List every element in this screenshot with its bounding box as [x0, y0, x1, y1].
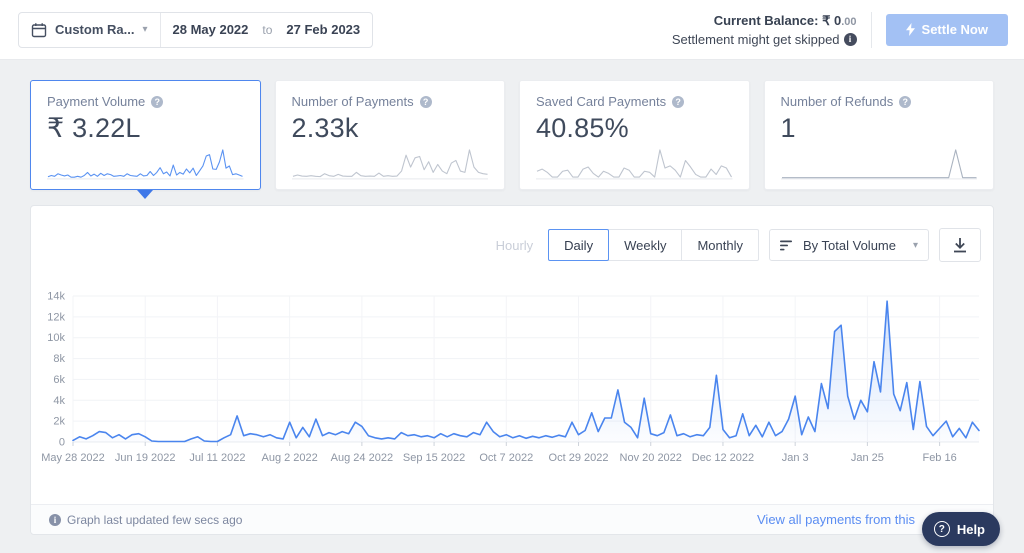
- svg-text:2k: 2k: [53, 416, 65, 428]
- info-icon[interactable]: i: [843, 32, 857, 46]
- last-updated-text: Graph last updated few secs ago: [67, 512, 243, 527]
- svg-text:Jan 3: Jan 3: [782, 452, 809, 464]
- card-value: 2.33k: [291, 113, 359, 143]
- svg-text:8k: 8k: [53, 353, 65, 365]
- settle-now-button[interactable]: Settle Now: [885, 13, 1008, 46]
- chart-controls: Hourly Daily Weekly Monthly By Total Vol…: [479, 228, 981, 262]
- svg-text:Oct 7 2022: Oct 7 2022: [479, 452, 533, 464]
- date-range-values[interactable]: 28 May 2022 to 27 Feb 2023: [159, 12, 373, 47]
- svg-text:Sep 15 2022: Sep 15 2022: [403, 452, 465, 464]
- svg-text:4k: 4k: [53, 395, 65, 407]
- card-saved-card-payments[interactable]: Saved Card Payments ? 40.85%: [519, 80, 750, 190]
- svg-text:Feb 16: Feb 16: [922, 452, 956, 464]
- card-value: 40.85%: [536, 113, 629, 143]
- tab-weekly[interactable]: Weekly: [608, 229, 683, 261]
- refunds-sparkline: [780, 148, 977, 180]
- view-all-payments-link[interactable]: View all payments from this: [757, 512, 915, 527]
- svg-text:Jan 25: Jan 25: [851, 452, 884, 464]
- date-to: 27 Feb 2023: [286, 22, 361, 37]
- calendar-icon: [31, 22, 47, 38]
- saved-card-sparkline: [536, 148, 733, 180]
- card-payment-volume[interactable]: Payment Volume ? ₹ 3.22L: [30, 80, 261, 199]
- help-label: Help: [956, 521, 985, 537]
- card-label: Payment Volume: [47, 94, 146, 109]
- card-label: Saved Card Payments: [536, 94, 667, 109]
- svg-text:14k: 14k: [47, 291, 65, 303]
- payment-volume-sparkline: [47, 148, 244, 180]
- granularity-tabs: Hourly Daily Weekly Monthly: [479, 229, 759, 261]
- svg-text:Aug 2 2022: Aug 2 2022: [262, 452, 318, 464]
- info-icon: i: [49, 513, 61, 526]
- tab-daily[interactable]: Daily: [548, 229, 610, 261]
- settle-now-label: Settle Now: [921, 22, 988, 37]
- current-balance: Current Balance: ₹ 0.00: [672, 12, 857, 31]
- payments-line-chart: 0 2k 4k 6k 8k 10k 12k 14k May 28 2022 Jun 19 2022…: [41, 291, 980, 464]
- svg-text:Jul 11 2022: Jul 11 2022: [189, 452, 245, 464]
- card-value: 1: [780, 113, 796, 143]
- tab-hourly[interactable]: Hourly: [479, 229, 550, 261]
- balance-area: Current Balance: ₹ 0.00 Settlement might…: [672, 11, 1008, 48]
- question-icon: ?: [933, 521, 950, 537]
- settlement-note: Settlement might get skipped i: [672, 31, 857, 48]
- date-range-picker[interactable]: Custom Ra... ▾ 28 May 2022 to 27 Feb 202…: [18, 11, 374, 48]
- svg-text:12k: 12k: [47, 311, 65, 323]
- question-icon[interactable]: ?: [151, 95, 164, 108]
- svg-text:Aug 24 2022: Aug 24 2022: [331, 452, 393, 464]
- sort-by-label: By Total Volume: [803, 237, 896, 253]
- question-icon[interactable]: ?: [672, 95, 685, 108]
- card-label: Number of Refunds: [780, 94, 894, 109]
- chevron-down-icon: ▾: [142, 24, 148, 35]
- main-chart-area: 0 2k 4k 6k 8k 10k 12k 14k May 28 2022 Jun 19 2022…: [37, 286, 989, 476]
- card-value: ₹ 3.22L: [47, 113, 141, 143]
- balance-label: Current Balance:: [713, 12, 819, 28]
- settlement-note-text: Settlement might get skipped: [671, 31, 840, 47]
- range-type-select[interactable]: Custom Ra... ▾: [19, 13, 159, 47]
- card-label: Number of Payments: [291, 94, 414, 109]
- svg-text:Nov 20 2022: Nov 20 2022: [620, 452, 682, 464]
- chart-panel: Hourly Daily Weekly Monthly By Total Vol…: [30, 205, 994, 535]
- svg-text:Dec 12 2022: Dec 12 2022: [692, 452, 754, 464]
- range-type-label: Custom Ra...: [55, 22, 135, 37]
- card-number-of-payments[interactable]: Number of Payments ? 2.33k: [274, 80, 505, 190]
- svg-text:May 28 2022: May 28 2022: [41, 452, 105, 464]
- date-to-word: to: [262, 22, 273, 37]
- rupee-symbol: ₹: [822, 12, 831, 28]
- chart-footer: i Graph last updated few secs ago View a…: [31, 504, 993, 534]
- stat-cards-row: Payment Volume ? ₹ 3.22L Number of Payme…: [30, 80, 994, 199]
- sort-by-dropdown[interactable]: By Total Volume ▾: [769, 229, 929, 261]
- svg-text:10k: 10k: [47, 332, 65, 344]
- payments-dashboard: Custom Ra... ▾ 28 May 2022 to 27 Feb 202…: [0, 0, 1024, 553]
- tab-monthly[interactable]: Monthly: [681, 229, 759, 261]
- download-icon: [952, 237, 968, 254]
- card-number-of-refunds[interactable]: Number of Refunds ? 1: [763, 80, 994, 190]
- payments-count-sparkline: [291, 148, 488, 180]
- last-updated: i Graph last updated few secs ago: [49, 513, 242, 527]
- bolt-icon: [905, 23, 915, 36]
- svg-text:Jun 19 2022: Jun 19 2022: [115, 452, 176, 464]
- question-icon[interactable]: ?: [899, 95, 912, 108]
- question-icon[interactable]: ?: [419, 95, 432, 108]
- balance-decimals: .00: [841, 15, 857, 28]
- sort-icon: [780, 240, 794, 251]
- divider: [870, 11, 872, 48]
- top-bar: Custom Ra... ▾ 28 May 2022 to 27 Feb 202…: [0, 0, 1024, 60]
- download-button[interactable]: [939, 228, 981, 262]
- svg-text:6k: 6k: [53, 374, 65, 386]
- svg-text:0: 0: [59, 437, 65, 449]
- svg-text:Oct 29 2022: Oct 29 2022: [549, 452, 609, 464]
- help-button[interactable]: ? Help: [921, 512, 1000, 546]
- chevron-down-icon: ▾: [912, 239, 918, 251]
- date-from: 28 May 2022: [172, 22, 249, 37]
- balance-block: Current Balance: ₹ 0.00 Settlement might…: [672, 12, 857, 48]
